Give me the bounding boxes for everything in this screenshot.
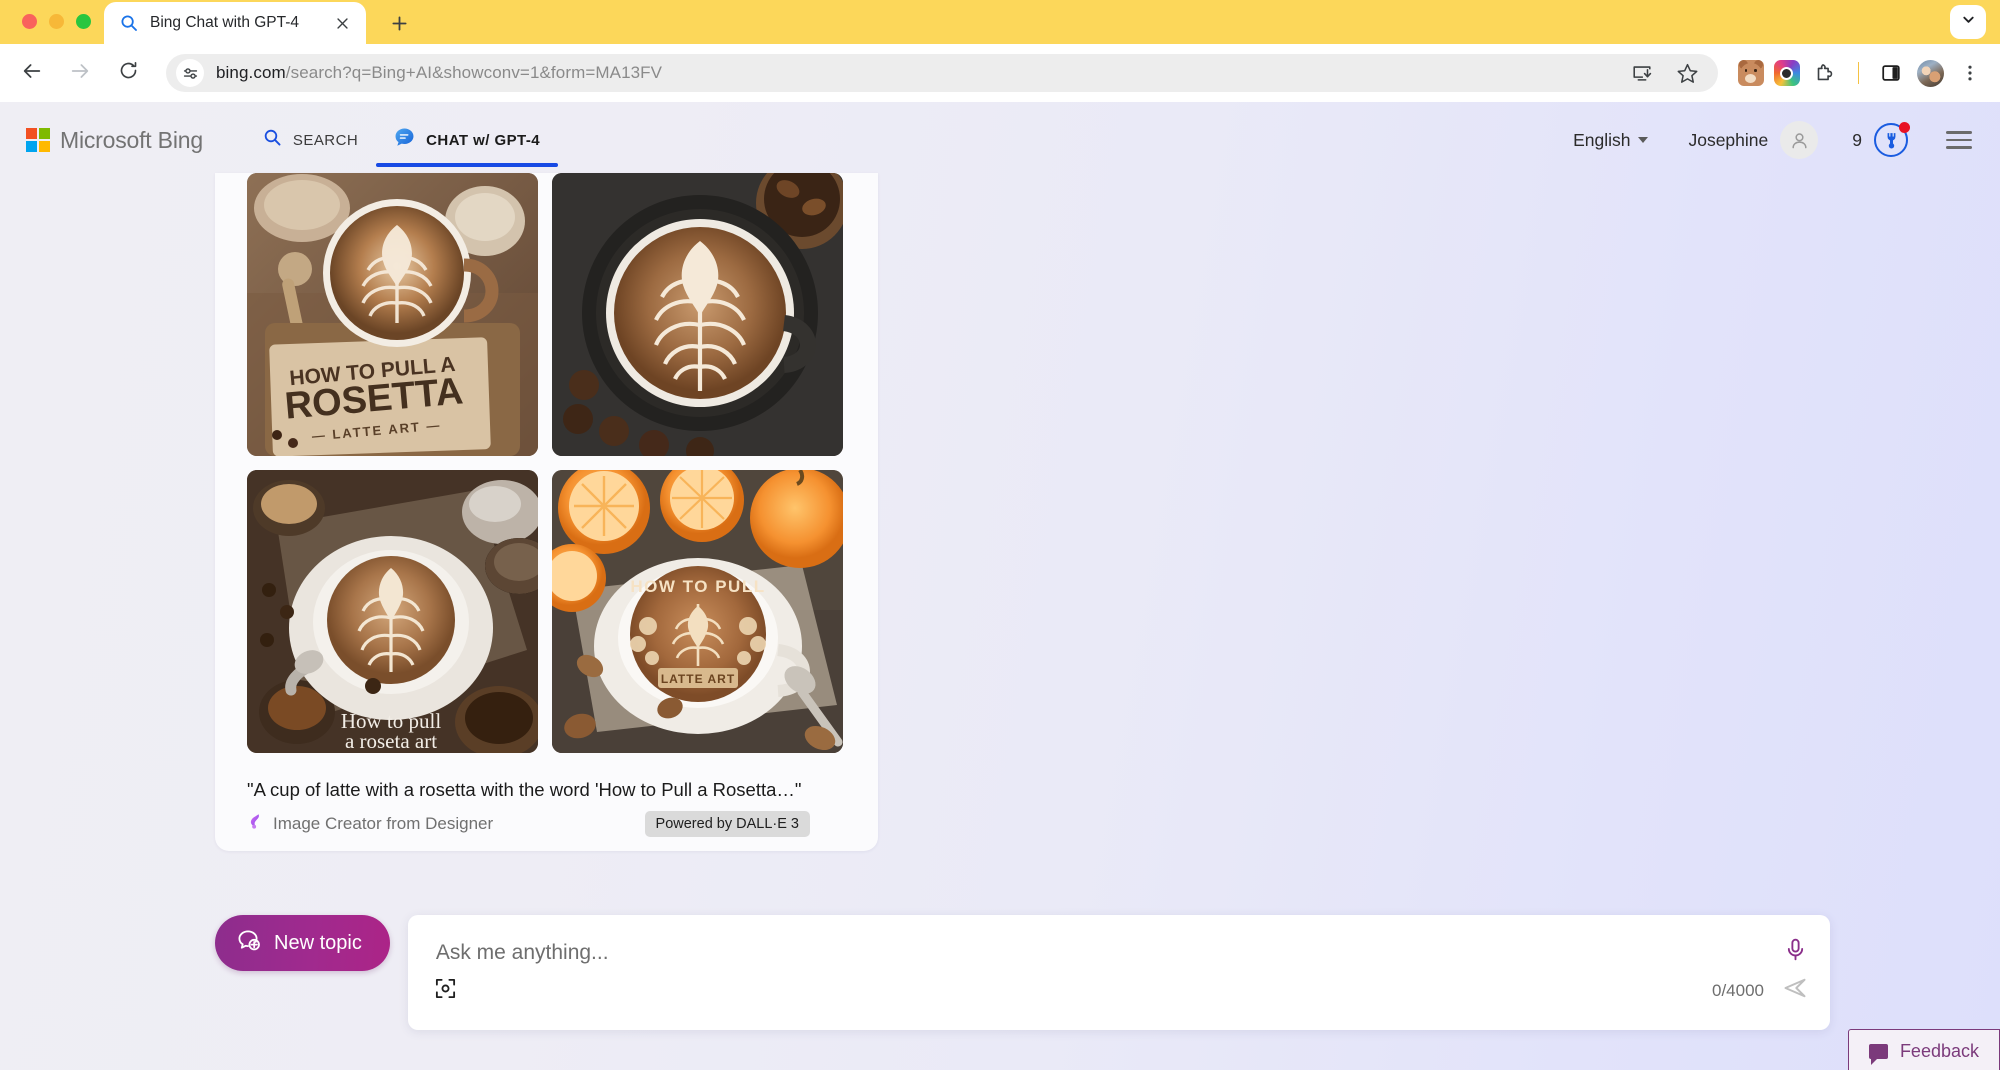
- bing-header: Microsoft Bing SEARCH CHAT w/ GPT-4 Engl…: [0, 102, 2000, 178]
- omnibox-actions: [1626, 57, 1704, 89]
- rewards-count: 9: [1852, 129, 1862, 150]
- new-tab-button[interactable]: [382, 6, 416, 40]
- reload-icon: [118, 60, 139, 86]
- bear-extension-icon[interactable]: [1737, 60, 1764, 86]
- chevron-down-icon: [1638, 137, 1649, 143]
- composer-toolbar: 0/4000: [408, 965, 1830, 1022]
- composer-row: New topic Ask me anything... 0/4000: [215, 915, 2000, 1030]
- back-arrow-icon: [21, 60, 43, 87]
- svg-text:a roseta art: a roseta art: [345, 729, 437, 753]
- status-badge: Powered by DALL·E 3: [644, 811, 810, 837]
- chat-input-box[interactable]: Ask me anything... 0/4000: [407, 915, 1830, 1030]
- tab-strip: Bing Chat with GPT-4: [104, 2, 416, 44]
- attribution-label: Image Creator from Designer: [273, 814, 494, 833]
- chat-conversation: HOW TO PULL A ROSETTA — LATTE ART — How …: [0, 173, 2000, 851]
- microsoft-squares-icon: [26, 128, 50, 152]
- microphone-icon[interactable]: [1783, 937, 1808, 967]
- bing-page: Microsoft Bing SEARCH CHAT w/ GPT-4 Engl…: [0, 102, 2000, 1070]
- browser-toolbar: bing.com/search?q=Bing+AI&showconv=1&for…: [0, 44, 2000, 102]
- generated-image-2[interactable]: [552, 173, 843, 456]
- tab-title: Bing Chat with GPT-4: [150, 14, 300, 31]
- feedback-button[interactable]: Feedback: [1847, 1029, 2000, 1070]
- rewards-medal-icon: [1874, 122, 1910, 157]
- chat-input-placeholder[interactable]: Ask me anything...: [408, 915, 1830, 965]
- close-icon[interactable]: [330, 11, 354, 35]
- language-selector[interactable]: English: [1573, 129, 1649, 151]
- magnifier-icon: [263, 128, 282, 152]
- site-settings-icon[interactable]: [176, 59, 204, 87]
- minimize-window-button[interactable]: [49, 14, 64, 29]
- url-text: bing.com/search?q=Bing+AI&showconv=1&for…: [216, 63, 662, 83]
- hamburger-menu-icon[interactable]: [1946, 131, 1972, 149]
- bing-header-right: English Josephine 9: [1573, 121, 1972, 159]
- character-counter: 0/4000: [1712, 980, 1764, 1000]
- rewards-button[interactable]: 9: [1852, 122, 1910, 157]
- maximize-window-button[interactable]: [76, 14, 91, 29]
- visual-search-icon[interactable]: [434, 977, 457, 1005]
- url-domain: bing.com: [216, 63, 286, 82]
- extension-icons: [1737, 57, 1987, 89]
- generated-image-1[interactable]: HOW TO PULL A ROSETTA — LATTE ART —: [247, 173, 538, 456]
- microsoft-bing-logo[interactable]: Microsoft Bing: [26, 127, 203, 154]
- new-topic-button[interactable]: New topic: [215, 915, 390, 971]
- new-topic-label: New topic: [274, 931, 362, 954]
- language-label: English: [1573, 129, 1631, 150]
- close-window-button[interactable]: [22, 14, 37, 29]
- profile-avatar[interactable]: [1917, 59, 1944, 87]
- designer-icon: [247, 813, 264, 835]
- attribution-row: Image Creator from Designer Powered by D…: [215, 801, 878, 837]
- tab-chat-label: CHAT w/ GPT-4: [426, 131, 541, 149]
- tab-chat-gpt4[interactable]: CHAT w/ GPT-4: [376, 102, 559, 178]
- svg-text:HOW TO PULL: HOW TO PULL: [630, 577, 765, 596]
- active-tab-indicator: [376, 163, 559, 167]
- user-account[interactable]: Josephine: [1688, 121, 1852, 159]
- notification-dot: [1899, 122, 1910, 133]
- search-icon: [120, 14, 138, 32]
- toolbar-divider: [1857, 62, 1859, 84]
- chat-bubble-icon: [394, 127, 415, 153]
- back-button[interactable]: [12, 53, 52, 93]
- puzzle-piece-icon[interactable]: [1810, 57, 1842, 89]
- url-path: /search?q=Bing+AI&showconv=1&form=MA13FV: [285, 63, 663, 82]
- avatar[interactable]: [1780, 121, 1819, 159]
- feedback-label: Feedback: [1899, 1041, 1979, 1061]
- user-name-label: Josephine: [1688, 129, 1769, 150]
- window-controls: [22, 14, 91, 29]
- tab-search-label: SEARCH: [292, 131, 359, 149]
- svg-text:LATTE ART: LATTE ART: [661, 672, 735, 686]
- assistant-message-card: HOW TO PULL A ROSETTA — LATTE ART — How …: [215, 173, 878, 851]
- image-creator-attribution[interactable]: Image Creator from Designer: [247, 813, 493, 835]
- tab-search[interactable]: SEARCH: [245, 102, 376, 178]
- side-panel-icon[interactable]: [1875, 57, 1907, 89]
- bing-logo-text: Microsoft Bing: [60, 126, 203, 153]
- feedback-bubble-icon: [1868, 1044, 1888, 1065]
- chevron-down-icon: [1961, 12, 1976, 32]
- image-caption: "A cup of latte with a rosetta with the …: [247, 779, 802, 800]
- kebab-menu-icon[interactable]: [1954, 57, 1986, 89]
- forward-arrow-icon: [69, 60, 91, 87]
- install-app-icon[interactable]: [1626, 57, 1658, 89]
- generated-image-4[interactable]: HOW TO PULL LATTE ART: [552, 470, 843, 753]
- generated-image-grid: HOW TO PULL A ROSETTA — LATTE ART — How …: [215, 173, 878, 753]
- generated-image-3[interactable]: How to pull a roseta art: [247, 470, 538, 753]
- camera-extension-icon[interactable]: [1773, 60, 1800, 86]
- reload-button[interactable]: [108, 53, 148, 93]
- browser-tab[interactable]: Bing Chat with GPT-4: [104, 2, 366, 44]
- new-topic-icon: [237, 928, 261, 958]
- address-bar[interactable]: bing.com/search?q=Bing+AI&showconv=1&for…: [166, 54, 1718, 92]
- tab-search-button[interactable]: [1950, 5, 1986, 39]
- send-arrow-icon[interactable]: [1782, 975, 1808, 1006]
- forward-button[interactable]: [60, 53, 100, 93]
- bing-nav-tabs: SEARCH CHAT w/ GPT-4: [245, 102, 559, 178]
- browser-titlebar: Bing Chat with GPT-4: [0, 0, 2000, 44]
- star-icon[interactable]: [1672, 57, 1704, 89]
